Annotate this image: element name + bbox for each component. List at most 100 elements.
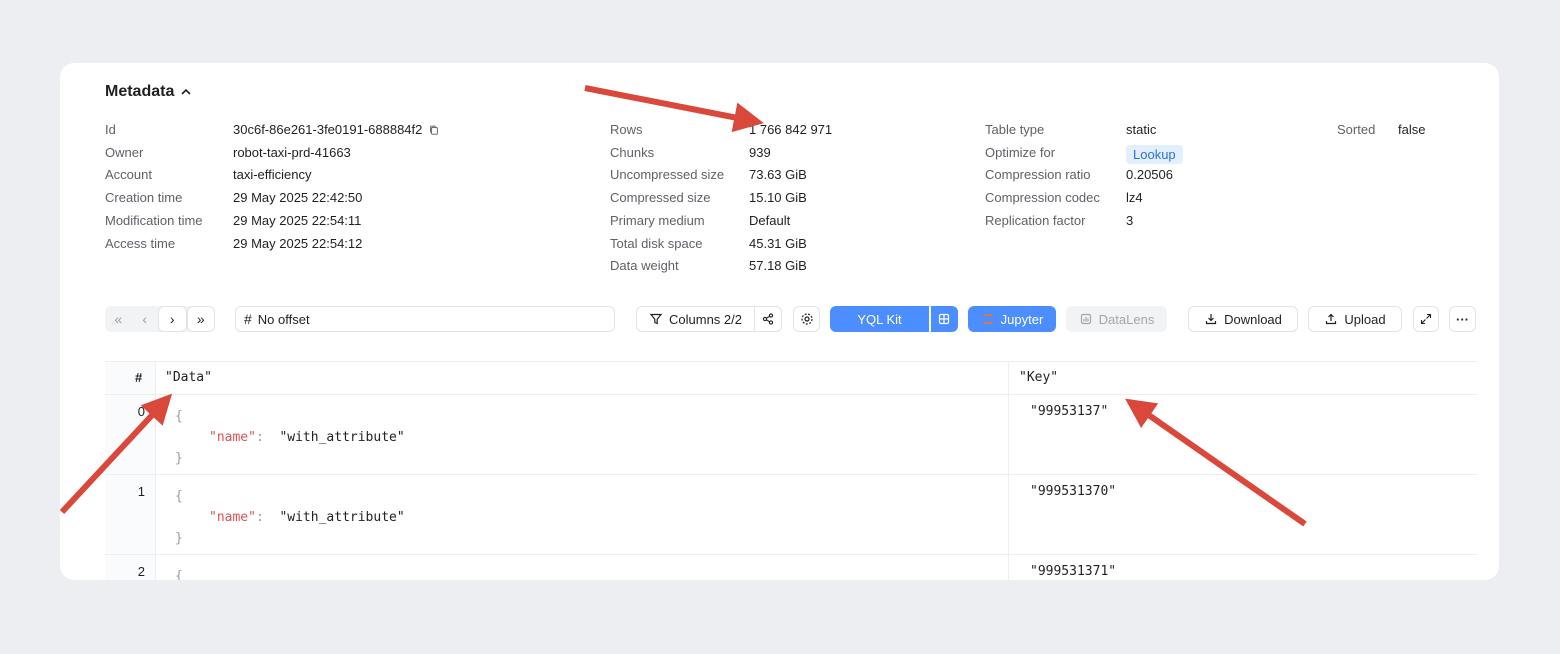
yql-kit-button[interactable]: YQL Kit bbox=[830, 306, 929, 332]
data-weight-label: Data weight bbox=[610, 258, 679, 274]
table-header: # "Data" "Key" bbox=[105, 361, 1477, 395]
data-column-header[interactable]: "Data" bbox=[165, 370, 212, 385]
key-cell[interactable]: "999531371" bbox=[1030, 564, 1116, 579]
data-cell[interactable]: { "name": "with_attribute" } bbox=[175, 486, 405, 549]
sorted-value: false bbox=[1398, 122, 1426, 137]
share-icon bbox=[762, 313, 774, 325]
primary-medium-label: Primary medium bbox=[610, 212, 705, 228]
open-brace: { bbox=[175, 409, 183, 424]
grid-icon bbox=[938, 313, 950, 325]
metadata-column-general: Id 30c6f-86e261-3fe0191-688884f2 Owner rob… bbox=[105, 119, 440, 255]
open-brace: { bbox=[175, 569, 183, 580]
access-time-label: Access time bbox=[105, 235, 176, 251]
access-time-value: 29 May 2025 22:54:12 bbox=[233, 235, 363, 251]
jupyter-label: Jupyter bbox=[1000, 311, 1044, 327]
metadata-column-size: Rows 1 766 842 971 Chunks 939 Uncompressed… bbox=[610, 119, 832, 278]
fullscreen-button[interactable] bbox=[1413, 306, 1439, 332]
close-brace: } bbox=[175, 451, 183, 466]
sorted-label: Sorted bbox=[1337, 122, 1376, 137]
jupyter-icon bbox=[982, 314, 993, 324]
pagination: « ‹ › » bbox=[105, 306, 215, 332]
row-index: 2 bbox=[137, 564, 145, 579]
compression-ratio-label: Compression ratio bbox=[985, 167, 1091, 183]
table-row[interactable]: 2 { "999531371" bbox=[105, 554, 1477, 580]
creation-time-label: Creation time bbox=[105, 190, 183, 206]
rows-label: Rows bbox=[610, 122, 643, 137]
row-index: 0 bbox=[137, 404, 145, 419]
modification-time-label: Modification time bbox=[105, 212, 203, 228]
chart-icon bbox=[1080, 313, 1091, 325]
upload-label: Upload bbox=[1344, 311, 1386, 327]
json-value: "with_attribute" bbox=[279, 430, 405, 445]
first-page-button[interactable]: « bbox=[105, 306, 132, 332]
more-icon: ··· bbox=[1456, 311, 1469, 327]
compression-ratio-value: 0.20506 bbox=[1126, 167, 1173, 183]
metadata-column-storage: Table type static Optimize for Lookup Comp… bbox=[985, 119, 1183, 233]
offset-input[interactable]: # No offset bbox=[235, 306, 615, 332]
settings-button[interactable] bbox=[793, 306, 820, 332]
copy-icon[interactable] bbox=[428, 124, 440, 136]
owner-value[interactable]: robot-taxi-prd-41663 bbox=[233, 142, 351, 165]
json-value: "with_attribute" bbox=[279, 510, 405, 525]
key-cell[interactable]: "999531370" bbox=[1030, 484, 1116, 499]
uncompressed-size-value: 73.63 GiB bbox=[749, 167, 807, 183]
account-value[interactable]: taxi-efficiency bbox=[233, 164, 312, 187]
chevron-up-icon bbox=[181, 88, 191, 95]
last-page-button[interactable]: » bbox=[186, 306, 215, 332]
data-cell[interactable]: { "name": "with_attribute" } bbox=[175, 406, 405, 469]
yql-kit-label: YQL Kit bbox=[857, 311, 902, 327]
table-type-value: static bbox=[1126, 122, 1157, 137]
columns-button[interactable]: Columns 2/2 bbox=[636, 306, 755, 332]
optimize-for-label: Optimize for bbox=[985, 144, 1056, 160]
account-label: Account bbox=[105, 167, 152, 183]
key-cell[interactable]: "99953137" bbox=[1030, 404, 1108, 419]
id-label: Id bbox=[105, 122, 116, 137]
close-brace: } bbox=[175, 531, 183, 546]
chunks-label: Chunks bbox=[610, 144, 655, 160]
primary-medium-value: Default bbox=[749, 212, 791, 228]
replication-factor-label: Replication factor bbox=[985, 212, 1086, 228]
table-row[interactable]: 0 { "name": "with_attribute" } "99953137… bbox=[105, 394, 1477, 475]
data-cell[interactable]: { bbox=[175, 566, 183, 580]
datalens-button[interactable]: DataLens bbox=[1066, 306, 1167, 332]
key-column-header[interactable]: "Key" bbox=[1019, 370, 1058, 385]
datalens-label: DataLens bbox=[1098, 311, 1155, 327]
upload-button[interactable]: Upload bbox=[1308, 306, 1402, 332]
more-button[interactable]: ··· bbox=[1449, 306, 1476, 332]
chunks-value: 939 bbox=[749, 144, 771, 160]
download-label: Download bbox=[1224, 311, 1282, 327]
next-page-button[interactable]: › bbox=[158, 306, 187, 332]
open-brace: { bbox=[175, 489, 183, 504]
metadata-title: Metadata bbox=[105, 83, 175, 100]
compression-codec-label: Compression codec bbox=[985, 190, 1100, 206]
data-table: # "Data" "Key" 0 { "name": "with_attribu… bbox=[105, 361, 1477, 580]
upload-icon bbox=[1326, 313, 1337, 325]
optimize-for-badge: Lookup bbox=[1126, 144, 1183, 164]
compressed-size-label: Compressed size bbox=[610, 190, 711, 206]
total-disk-space-value: 45.31 GiB bbox=[749, 235, 807, 251]
expand-icon bbox=[1420, 313, 1432, 325]
share-button[interactable] bbox=[754, 306, 782, 332]
hash-icon: # bbox=[244, 311, 252, 327]
table-page-card: Metadata Id 30c6f-86e261-3fe0191-688884f2… bbox=[60, 63, 1499, 580]
id-value: 30c6f-86e261-3fe0191-688884f2 bbox=[233, 122, 423, 137]
owner-label: Owner bbox=[105, 144, 144, 160]
index-header: # bbox=[135, 370, 143, 385]
jupyter-button[interactable]: Jupyter bbox=[968, 306, 1056, 332]
yql-kit-grid-button[interactable] bbox=[930, 306, 958, 332]
uncompressed-size-label: Uncompressed size bbox=[610, 167, 725, 183]
offset-placeholder: No offset bbox=[257, 311, 310, 327]
prev-page-button[interactable]: ‹ bbox=[132, 306, 159, 332]
data-weight-value: 57.18 GiB bbox=[749, 258, 807, 274]
table-type-label: Table type bbox=[985, 122, 1045, 137]
gear-icon bbox=[800, 313, 813, 325]
compressed-size-value: 15.10 GiB bbox=[749, 190, 807, 206]
table-toolbar: « ‹ › » # No offset Columns 2/2 YQL Kit … bbox=[105, 306, 1477, 334]
download-icon bbox=[1205, 314, 1217, 325]
filter-icon bbox=[649, 313, 663, 325]
total-disk-space-label: Total disk space bbox=[610, 235, 703, 251]
metadata-column-sorting: Sorted false bbox=[1337, 119, 1425, 142]
metadata-toggle[interactable]: Metadata bbox=[105, 83, 192, 101]
download-button[interactable]: Download bbox=[1188, 306, 1298, 332]
table-row[interactable]: 1 { "name": "with_attribute" } "99953137… bbox=[105, 474, 1477, 555]
